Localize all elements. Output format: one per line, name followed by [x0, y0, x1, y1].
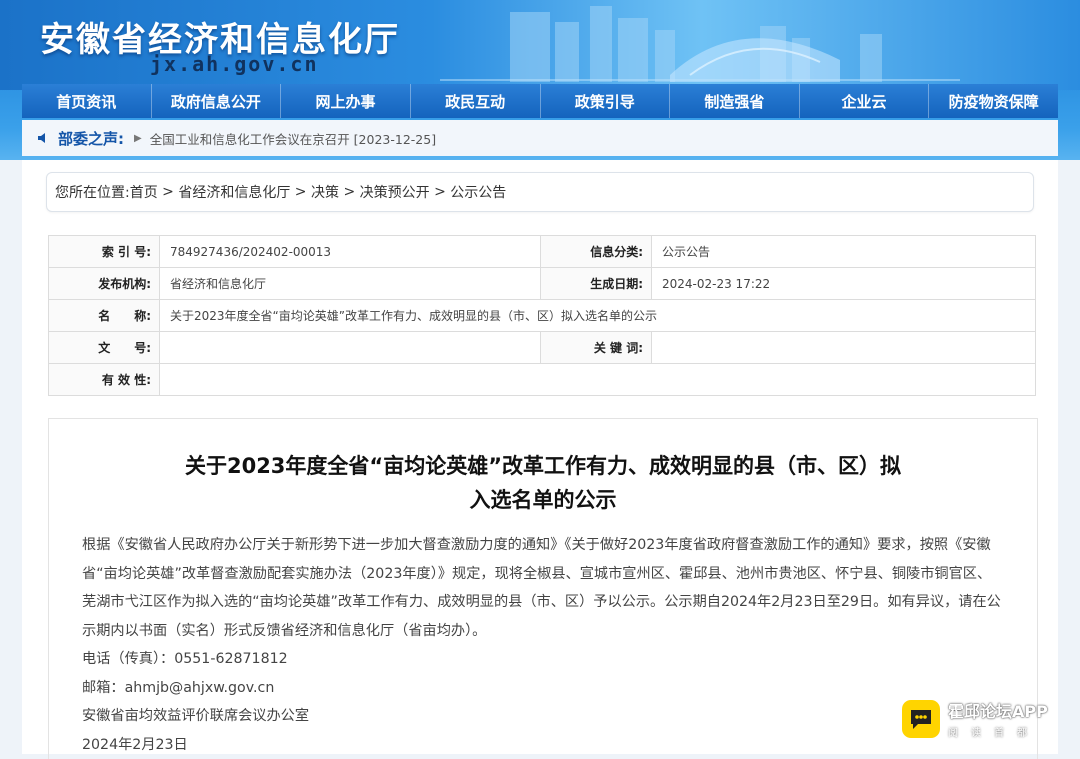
notice-label: 部委之声: [58, 128, 124, 149]
chat-bubble-icon [902, 700, 940, 738]
breadcrumb-prefix: 您所在位置: [55, 182, 130, 202]
meta-docno-value [160, 332, 541, 364]
meta-publisher-label: 发布机构: [49, 268, 160, 300]
article-title-line2: 入选名单的公示 [89, 483, 997, 517]
meta-validity-value [160, 364, 1036, 396]
breadcrumb: 您所在位置: 首页 > 省经济和信息化厅 > 决策 > 决策预公开 > 公示公告 [46, 172, 1034, 212]
breadcrumb-item-home[interactable]: 首页 [130, 182, 158, 202]
notice-bar: 部委之声: ▶ 全国工业和信息化工作会议在京召开 [2023-12-25] [22, 120, 1058, 156]
article-title-line1: 关于2023年度全省“亩均论英雄”改革工作有力、成效明显的县（市、区）拟 [89, 449, 997, 483]
meta-validity-label: 有 效 性: [49, 364, 160, 396]
nav-item-gov-info[interactable]: 政府信息公开 [152, 84, 282, 118]
article-title: 关于2023年度全省“亩均论英雄”改革工作有力、成效明显的县（市、区）拟 入选名… [89, 449, 997, 517]
app-watermark: 霍邱论坛APP 阅读首都 [902, 698, 1048, 739]
notice-link[interactable]: 全国工业和信息化工作会议在京召开 [2023-12-25] [150, 129, 436, 148]
meta-publisher-value: 省经济和信息化厅 [160, 268, 541, 300]
article-paragraph: 根据《安徽省人民政府办公厅关于新形势下进一步加大督查激励力度的通知》《关于做好2… [82, 531, 1004, 645]
article-signature: 安徽省亩均效益评价联席会议办公室 [82, 702, 1004, 731]
breadcrumb-sep: > [158, 184, 179, 200]
city-skyline-graphic [440, 0, 960, 90]
meta-name-label: 名 称: [49, 300, 160, 332]
breadcrumb-item-pre-disclosure[interactable]: 决策预公开 [360, 182, 430, 202]
nav-item-enterprise-cloud[interactable]: 企业云 [800, 84, 930, 118]
meta-category-label: 信息分类: [541, 236, 652, 268]
meta-date-label: 生成日期: [541, 268, 652, 300]
article-body: 根据《安徽省人民政府办公厅关于新形势下进一步加大督查激励力度的通知》《关于做好2… [82, 531, 1004, 759]
breadcrumb-sep: > [339, 184, 360, 200]
breadcrumb-item-decision[interactable]: 决策 [311, 182, 339, 202]
meta-keywords-value [652, 332, 1036, 364]
nav-item-interaction[interactable]: 政民互动 [411, 84, 541, 118]
article-phone: 电话（传真）：0551-62871812 [82, 645, 1004, 674]
article-email[interactable]: 邮箱：ahmjb@ahjxw.gov.cn [82, 674, 1004, 703]
breadcrumb-sep: > [430, 184, 451, 200]
document-meta-table: 索 引 号: 784927436/202402-00013 信息分类: 公示公告… [48, 235, 1036, 396]
watermark-sub: 阅读首都 [948, 724, 1048, 739]
nav-item-online-services[interactable]: 网上办事 [281, 84, 411, 118]
meta-index-label: 索 引 号: [49, 236, 160, 268]
watermark-name: 霍邱论坛APP [948, 698, 1048, 722]
speaker-icon [36, 131, 50, 145]
breadcrumb-item-dept[interactable]: 省经济和信息化厅 [178, 182, 290, 202]
nav-item-manufacturing[interactable]: 制造强省 [670, 84, 800, 118]
meta-name-value: 关于2023年度全省“亩均论英雄”改革工作有力、成效明显的县（市、区）拟入选名单… [160, 300, 1036, 332]
breadcrumb-item-announcement[interactable]: 公示公告 [450, 182, 506, 202]
nav-item-home-news[interactable]: 首页资讯 [22, 84, 152, 118]
meta-date-value: 2024-02-23 17:22 [652, 268, 1036, 300]
meta-docno-label: 文 号: [49, 332, 160, 364]
breadcrumb-sep: > [290, 184, 311, 200]
article: 关于2023年度全省“亩均论英雄”改革工作有力、成效明显的县（市、区）拟 入选名… [48, 418, 1038, 759]
site-url: jx.ah.gov.cn [150, 52, 319, 76]
nav-item-epidemic-supplies[interactable]: 防疫物资保障 [929, 84, 1058, 118]
arrow-right-icon: ▶ [134, 133, 142, 144]
nav-item-policy[interactable]: 政策引导 [541, 84, 671, 118]
meta-category-value: 公示公告 [652, 236, 1036, 268]
main-nav: 首页资讯 政府信息公开 网上办事 政民互动 政策引导 制造强省 企业云 防疫物资… [22, 84, 1058, 118]
meta-keywords-label: 关 键 词: [541, 332, 652, 364]
main-content: 您所在位置: 首页 > 省经济和信息化厅 > 决策 > 决策预公开 > 公示公告… [22, 160, 1058, 754]
article-date: 2024年2月23日 [82, 731, 1004, 759]
meta-index-value: 784927436/202402-00013 [160, 236, 541, 268]
